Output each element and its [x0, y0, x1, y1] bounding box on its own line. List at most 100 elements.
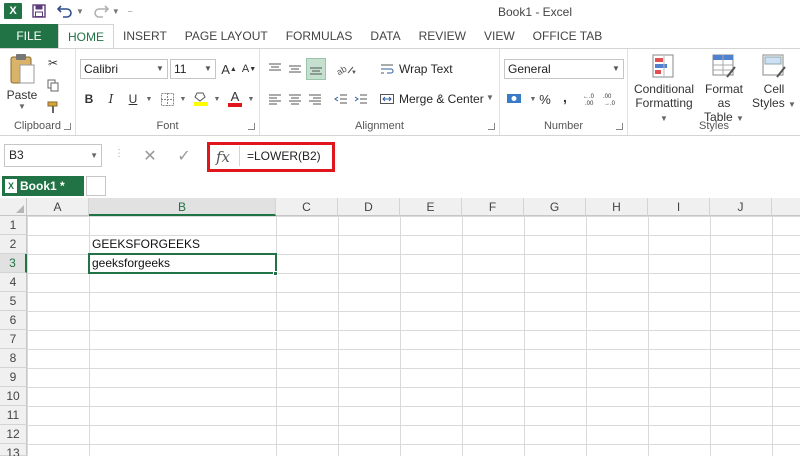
format-as-table-button[interactable]: Format as Table ▼	[698, 53, 750, 124]
format-painter-icon[interactable]	[44, 97, 62, 117]
row-header-7[interactable]: 7	[0, 330, 27, 349]
column-header-b[interactable]: B	[89, 198, 276, 216]
cell-b2[interactable]: GEEKSFORGEEKS	[89, 235, 200, 254]
font-family-value: Calibri	[84, 62, 119, 76]
clipboard-launcher-icon[interactable]	[64, 123, 71, 130]
paste-dropdown-icon[interactable]: ▼	[4, 102, 40, 111]
clipboard-group: Paste ▼ ✂ Clipboard	[0, 49, 76, 135]
row-header-4[interactable]: 4	[0, 273, 27, 292]
row-header-9[interactable]: 9	[0, 368, 27, 387]
ribbon: Paste ▼ ✂ Clipboard Calibri ▼ 11 ▼ A ▲ A ▼…	[0, 48, 800, 136]
wrap-text-icon[interactable]	[378, 59, 396, 79]
align-bottom-icon[interactable]	[306, 58, 326, 80]
chevron-down-icon: ▼	[90, 151, 98, 160]
name-box[interactable]: B3 ▼	[4, 144, 102, 167]
svg-text:→.0: →.0	[604, 101, 616, 106]
tab-home[interactable]: HOME	[58, 24, 114, 49]
column-header-partial	[772, 198, 800, 216]
copy-icon[interactable]	[44, 75, 62, 95]
tab-file[interactable]: FILE	[0, 24, 58, 48]
tab-page-layout[interactable]: PAGE LAYOUT	[176, 24, 277, 48]
row-header-13[interactable]: 13	[0, 444, 27, 456]
font-launcher-icon[interactable]	[248, 123, 255, 130]
increase-decimal-icon[interactable]: ←.0.00	[582, 89, 600, 109]
row-header-6[interactable]: 6	[0, 311, 27, 330]
fill-color-dropdown-icon[interactable]: ▼	[208, 89, 226, 109]
column-header-f[interactable]: F	[462, 198, 524, 216]
font-color-dropdown-icon[interactable]: ▼	[242, 89, 260, 109]
align-right-icon[interactable]	[306, 89, 324, 109]
chevron-down-icon: ▼	[204, 64, 212, 73]
wrap-text-button[interactable]: Wrap Text	[399, 62, 453, 76]
increase-indent-icon[interactable]	[352, 89, 370, 109]
column-header-c[interactable]: C	[276, 198, 338, 216]
fill-handle[interactable]	[273, 271, 278, 276]
tab-review[interactable]: REVIEW	[410, 24, 475, 48]
column-header-g[interactable]: G	[524, 198, 586, 216]
column-header-j[interactable]: J	[710, 198, 772, 216]
number-format-value: General	[508, 62, 551, 76]
font-family-select[interactable]: Calibri ▼	[80, 59, 168, 79]
workbook-tab[interactable]: X Book1 *	[2, 176, 84, 196]
row-header-10[interactable]: 10	[0, 387, 27, 406]
gridline	[338, 216, 339, 456]
alignment-launcher-icon[interactable]	[488, 123, 495, 130]
align-center-icon[interactable]	[286, 89, 304, 109]
new-workbook-tab-button[interactable]	[86, 176, 106, 196]
svg-text:.00: .00	[603, 94, 612, 100]
percent-button[interactable]: %	[536, 89, 554, 109]
decrease-indent-icon[interactable]	[332, 89, 350, 109]
shrink-font-button[interactable]: A ▼	[240, 59, 258, 79]
merge-dropdown-icon[interactable]: ▼	[486, 93, 494, 102]
font-size-select[interactable]: 11 ▼	[170, 59, 216, 79]
column-header-d[interactable]: D	[338, 198, 400, 216]
orientation-icon[interactable]: ab ▼	[334, 59, 358, 79]
paste-button[interactable]: Paste ▼	[4, 53, 40, 111]
tab-view[interactable]: VIEW	[475, 24, 524, 48]
align-left-icon[interactable]	[266, 89, 284, 109]
column-header-i[interactable]: I	[648, 198, 710, 216]
paste-label: Paste	[6, 88, 38, 102]
gridline	[276, 216, 277, 456]
cell-styles-button[interactable]: Cell Styles ▼	[750, 53, 798, 110]
bold-button[interactable]: B	[80, 89, 98, 109]
gridline	[648, 216, 649, 456]
row-header-3[interactable]: 3	[0, 254, 27, 273]
svg-text:▼: ▼	[351, 70, 356, 75]
cancel-icon[interactable]: ✕	[138, 144, 162, 167]
tab-data[interactable]: DATA	[361, 24, 409, 48]
number-format-select[interactable]: General ▼	[504, 59, 624, 79]
italic-button[interactable]: I	[102, 89, 120, 109]
column-header-e[interactable]: E	[400, 198, 462, 216]
grow-font-button[interactable]: A ▲	[220, 59, 238, 79]
tab-insert[interactable]: INSERT	[114, 24, 176, 48]
tab-formulas[interactable]: FORMULAS	[277, 24, 362, 48]
align-middle-icon[interactable]	[286, 59, 304, 79]
column-header-h[interactable]: H	[586, 198, 648, 216]
comma-button[interactable]: ,	[556, 87, 574, 107]
row-header-8[interactable]: 8	[0, 349, 27, 368]
merge-center-button[interactable]: Merge & Center	[399, 92, 484, 106]
row-header-12[interactable]: 12	[0, 425, 27, 444]
conditional-formatting-button[interactable]: Conditional Formatting ▼	[630, 53, 698, 124]
currency-icon[interactable]	[504, 89, 526, 109]
row-header-5[interactable]: 5	[0, 292, 27, 311]
select-all-button[interactable]	[0, 198, 27, 216]
workbook-tab-label: Book1 *	[20, 179, 65, 193]
row-header-1[interactable]: 1	[0, 216, 27, 235]
align-top-icon[interactable]	[266, 59, 284, 79]
row-header-2[interactable]: 2	[0, 235, 27, 254]
cut-icon[interactable]: ✂	[44, 53, 62, 73]
merge-center-icon[interactable]	[378, 89, 396, 109]
gridline	[772, 216, 773, 456]
formula-bar-grip-icon[interactable]: ⋮	[114, 148, 124, 159]
decrease-decimal-icon[interactable]: .00 →.0	[602, 89, 620, 109]
row-header-11[interactable]: 11	[0, 406, 27, 425]
column-header-a[interactable]: A	[27, 198, 89, 216]
number-group-label: Number	[543, 120, 584, 132]
tab-office-tab[interactable]: OFFICE TAB	[524, 24, 612, 48]
underline-dropdown-icon[interactable]: ▼	[140, 89, 158, 109]
number-launcher-icon[interactable]	[616, 123, 623, 130]
borders-dropdown-icon[interactable]: ▼	[174, 89, 192, 109]
enter-icon[interactable]: ✓	[172, 144, 196, 167]
